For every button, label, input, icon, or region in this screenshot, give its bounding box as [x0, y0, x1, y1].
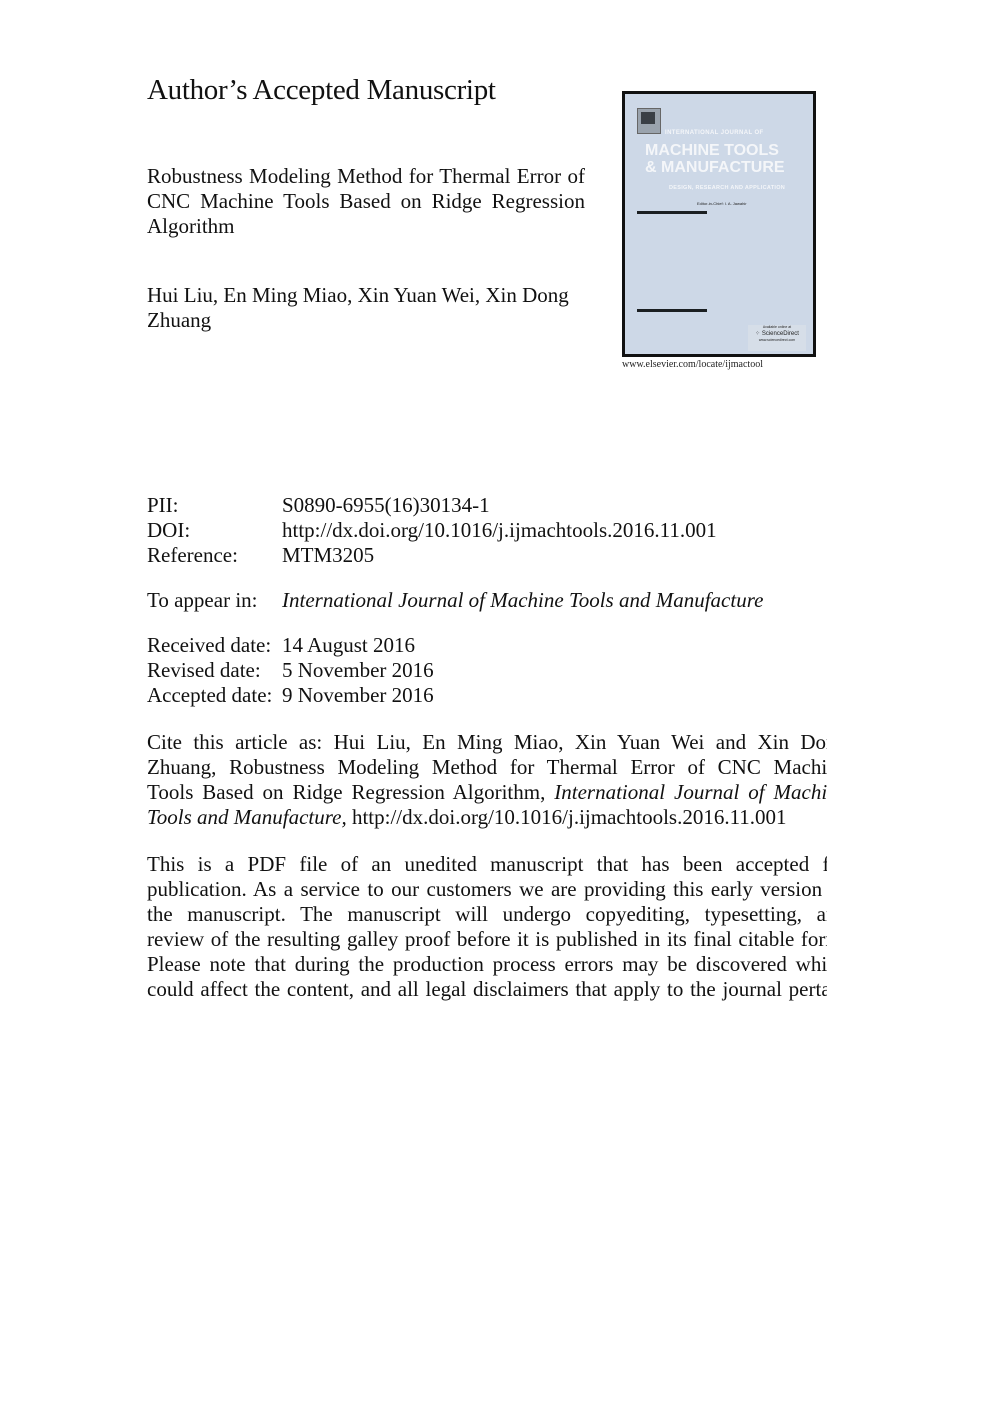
citation-line-2: Zhuang, Robustness Modeling Method for T… — [147, 755, 827, 779]
accepted-value: 9 November 2016 — [282, 683, 434, 707]
cover-kicker: INTERNATIONAL JOURNAL OF — [665, 130, 764, 136]
disclaimer-line: Please note that during the production p… — [147, 952, 827, 976]
accepted-label: Accepted date: — [147, 683, 273, 707]
disclaimer-block: This is a PDF file of an unedited manusc… — [147, 852, 827, 1002]
pii-row: PII: S0890-6955(16)30134-1 — [147, 493, 490, 518]
sciencedirect-name: ⁘ ScienceDirect — [755, 331, 799, 337]
reference-row: Reference: MTM3205 — [147, 543, 374, 568]
authors-line-1: Hui Liu, En Ming Miao, Xin Yuan Wei, Xin… — [147, 283, 569, 307]
revised-label: Revised date: — [147, 658, 261, 682]
disclaimer-line: This is a PDF file of an unedited manusc… — [147, 852, 827, 876]
revised-value: 5 November 2016 — [282, 658, 434, 682]
citation-line-3: Tools Based on Ridge Regression Algorith… — [147, 780, 827, 804]
cover-subtitle: DESIGN, RESEARCH AND APPLICATION — [669, 185, 786, 191]
article-authors: Hui Liu, En Ming Miao, Xin Yuan Wei, Xin… — [147, 283, 585, 333]
journal-name: International Journal of Machine Tools a… — [282, 588, 764, 612]
received-label: Received date: — [147, 633, 272, 657]
reference-label: Reference: — [147, 543, 238, 567]
article-title: Robustness Modeling Method for Thermal E… — [147, 164, 585, 238]
sciencedirect-icon: ⁘ — [755, 331, 762, 337]
citation-line-4: Tools and Manufacture, http://dx.doi.org… — [147, 805, 787, 829]
cover-title-line-1: MACHINE TOOLS — [645, 142, 779, 159]
cover-editor: Editor-in-Chief: I. A. Jawahir — [697, 201, 747, 206]
page-heading: Author’s Accepted Manuscript — [147, 74, 496, 106]
cover-title-line-2: & MANUFACTURE — [645, 159, 785, 176]
doi-link[interactable]: http://dx.doi.org/10.1016/j.ijmachtools.… — [282, 518, 717, 542]
reference-value: MTM3205 — [282, 543, 375, 567]
disclaimer-line: could affect the content, and all legal … — [147, 977, 827, 1001]
received-value: 14 August 2016 — [282, 633, 416, 657]
citation-doi-link[interactable]: http://dx.doi.org/10.1016/j.ijmachtools.… — [352, 805, 787, 829]
citation-block: Cite this article as: Hui Liu, En Ming M… — [147, 730, 827, 830]
authors-line-2: Zhuang — [147, 308, 212, 332]
doi-label: DOI: — [147, 518, 191, 542]
sciencedirect-url: www.sciencedirect.com — [758, 338, 796, 342]
cover-title: MACHINE TOOLS & MANUFACTURE — [645, 142, 820, 176]
citation-line-1: Cite this article as: Hui Liu, En Ming M… — [147, 730, 827, 754]
revised-row: Revised date: 5 November 2016 — [147, 658, 434, 683]
cover-divider-top — [637, 211, 707, 214]
journal-url-link[interactable]: www.elsevier.com/locate/ijmactool — [622, 359, 763, 370]
doi-row: DOI: http://dx.doi.org/10.1016/j.ijmachto… — [147, 518, 717, 543]
disclaimer-line: publication. As a service to our custome… — [147, 877, 827, 901]
accepted-row: Accepted date: 9 November 2016 — [147, 683, 434, 708]
appear-label: To appear in: — [147, 588, 258, 612]
pii-label: PII: — [147, 493, 179, 517]
journal-cover: INTERNATIONAL JOURNAL OF MACHINE TOOLS &… — [622, 91, 816, 357]
pii-value: S0890-6955(16)30134-1 — [282, 493, 490, 517]
sciencedirect-badge: Available online at ⁘ ScienceDirect www.… — [748, 325, 806, 351]
appear-row: To appear in: International Journal of Ma… — [147, 588, 763, 613]
disclaimer-line: review of the resulting galley proof bef… — [147, 927, 827, 951]
disclaimer-line: the manuscript. The manuscript will unde… — [147, 902, 827, 926]
cover-divider-bottom — [637, 309, 707, 312]
elsevier-logo-icon — [637, 108, 661, 134]
received-row: Received date: 14 August 2016 — [147, 633, 415, 658]
